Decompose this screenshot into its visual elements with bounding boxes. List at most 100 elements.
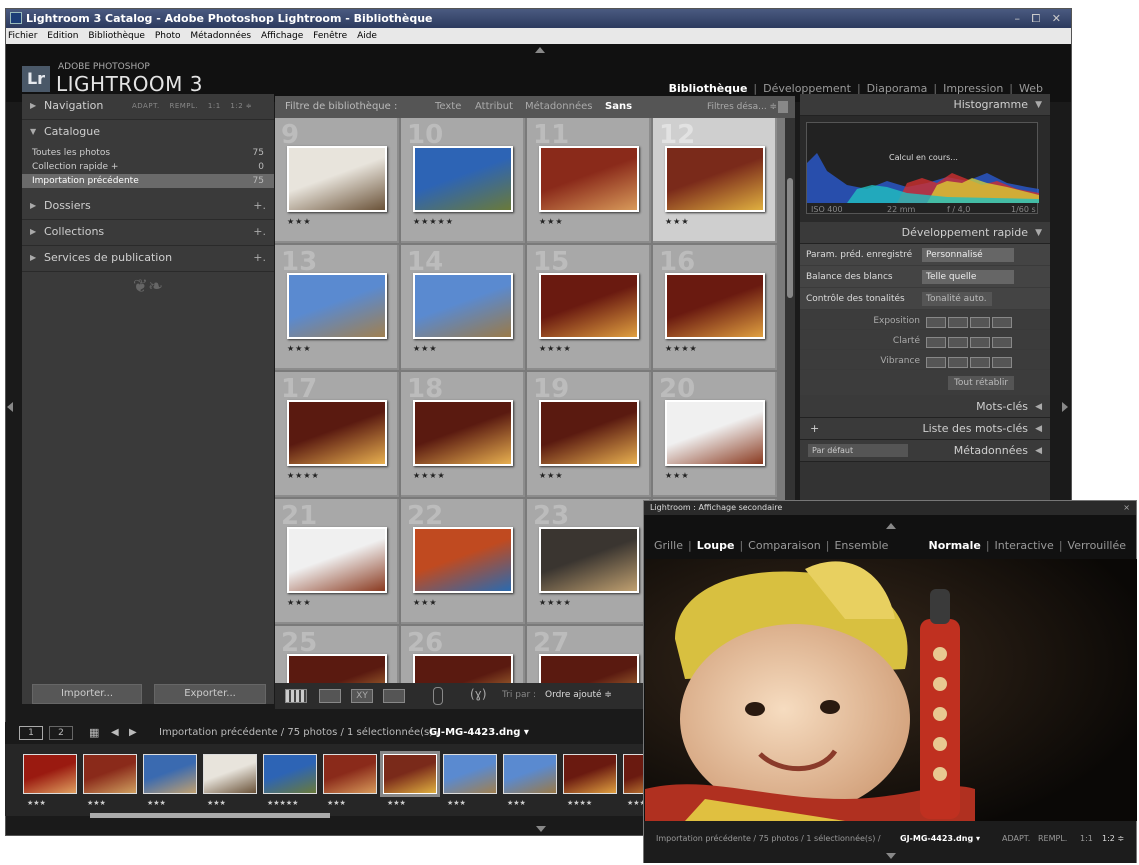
metadata-preset-select[interactable]: Par défaut bbox=[808, 444, 908, 457]
collapse-bottom-icon[interactable] bbox=[886, 853, 896, 859]
photo-thumbnail[interactable] bbox=[539, 527, 639, 593]
collapse-left-panel-icon[interactable] bbox=[7, 402, 13, 412]
grid-cell[interactable]: 9 ★★★ bbox=[275, 118, 399, 243]
grid-cell[interactable]: 13 ★★★ bbox=[275, 245, 399, 370]
grid-cell[interactable]: 22 ★★★ bbox=[401, 499, 525, 624]
zoom-adapt[interactable]: ADAPT. bbox=[132, 102, 160, 110]
filter-lock-icon[interactable] bbox=[778, 101, 788, 113]
grid-cell[interactable]: 10 ★★★★★ bbox=[401, 118, 525, 243]
grid-cell[interactable]: 14 ★★★ bbox=[401, 245, 525, 370]
star-rating[interactable]: ★★★ bbox=[539, 471, 564, 480]
filmstrip-thumbnail[interactable] bbox=[263, 754, 317, 794]
zoom-1-1[interactable]: 1:1 bbox=[208, 102, 221, 110]
filmstrip-thumbnail[interactable] bbox=[563, 754, 617, 794]
collapse-top-icon[interactable] bbox=[886, 523, 896, 529]
photo-thumbnail[interactable] bbox=[539, 146, 639, 212]
filmstrip-thumbnail[interactable] bbox=[143, 754, 197, 794]
add-collection-icon[interactable]: +. bbox=[253, 220, 266, 244]
survey-view-icon[interactable] bbox=[383, 689, 405, 703]
compare-view-icon[interactable]: XY bbox=[351, 689, 373, 703]
star-rating[interactable]: ★★★ bbox=[665, 217, 690, 226]
photo-thumbnail[interactable] bbox=[665, 146, 765, 212]
menu-fichier[interactable]: Fichier bbox=[8, 31, 37, 41]
filmstrip-thumbnail[interactable] bbox=[23, 754, 77, 794]
export-button[interactable]: Exporter... bbox=[154, 684, 266, 704]
filter-none[interactable]: Sans bbox=[605, 96, 632, 118]
filmstrip-thumbnail[interactable] bbox=[203, 754, 257, 794]
menu-fenetre[interactable]: Fenêtre bbox=[313, 31, 347, 41]
loupe-photo[interactable] bbox=[645, 559, 1137, 821]
white-balance-select[interactable]: Telle quelle bbox=[922, 270, 1014, 284]
photo-thumbnail[interactable] bbox=[539, 273, 639, 339]
secondary-zoom-rempl[interactable]: REMPL. bbox=[1038, 834, 1067, 843]
grid-cell[interactable]: 15 ★★★★ bbox=[527, 245, 651, 370]
import-button[interactable]: Importer... bbox=[32, 684, 142, 704]
secondary-zoom-adapt[interactable]: ADAPT. bbox=[1002, 834, 1030, 843]
photo-thumbnail[interactable] bbox=[287, 654, 387, 683]
filmstrip-filename[interactable]: GJ-MG-4423.dng ▾ bbox=[429, 722, 529, 744]
menu-edition[interactable]: Edition bbox=[47, 31, 78, 41]
menu-metadonnees[interactable]: Métadonnées bbox=[190, 31, 251, 41]
grid-cell[interactable]: 21 ★★★ bbox=[275, 499, 399, 624]
catalogue-item-all-photos[interactable]: Toutes les photos 75 bbox=[22, 146, 274, 160]
auto-tone-button[interactable]: Tonalité auto. bbox=[922, 292, 992, 306]
grid-cell[interactable]: 11 ★★★ bbox=[527, 118, 651, 243]
histogram-header[interactable]: Histogramme ▼ bbox=[800, 94, 1050, 116]
view-grille[interactable]: Grille bbox=[654, 539, 683, 552]
mode-interactive[interactable]: Interactive bbox=[995, 539, 1054, 552]
mode-verrouillee[interactable]: Verrouillée bbox=[1068, 539, 1126, 552]
collapse-right-panel-icon[interactable] bbox=[1062, 402, 1068, 412]
grid-cell[interactable]: 23 ★★★★ bbox=[527, 499, 651, 624]
menu-aide[interactable]: Aide bbox=[357, 31, 377, 41]
filter-text[interactable]: Texte bbox=[435, 96, 461, 118]
secondary-zoom-1-2[interactable]: 1:2 ≑ bbox=[1102, 834, 1124, 843]
view-ensemble[interactable]: Ensemble bbox=[834, 539, 888, 552]
filmstrip-scrollbar[interactable] bbox=[90, 813, 330, 818]
painter-icon[interactable] bbox=[433, 687, 443, 705]
photo-thumbnail[interactable] bbox=[287, 400, 387, 466]
star-rating[interactable]: ★★★★★ bbox=[413, 217, 454, 226]
star-rating[interactable]: ★★★★ bbox=[539, 344, 572, 353]
navigation-header[interactable]: ▶ Navigation ADAPT. REMPL. 1:1 1:2 ≑ bbox=[22, 94, 274, 120]
catalogue-header[interactable]: ▼ Catalogue bbox=[22, 120, 274, 146]
secondary-filename[interactable]: GJ-MG-4423.dng ▾ bbox=[900, 834, 980, 843]
photo-thumbnail[interactable] bbox=[287, 527, 387, 593]
star-rating[interactable]: ★★★ bbox=[287, 217, 312, 226]
star-rating[interactable]: ★★★ bbox=[539, 217, 564, 226]
photo-thumbnail[interactable] bbox=[539, 400, 639, 466]
photo-thumbnail[interactable] bbox=[413, 146, 513, 212]
filter-attribute[interactable]: Attribut bbox=[475, 96, 513, 118]
grid-cell[interactable]: 26 bbox=[401, 626, 525, 683]
window-controls[interactable]: – ⧠ ✕ bbox=[1014, 9, 1065, 28]
photo-thumbnail[interactable] bbox=[413, 273, 513, 339]
photo-thumbnail[interactable] bbox=[287, 146, 387, 212]
star-rating[interactable]: ★★★ bbox=[287, 344, 312, 353]
zoom-rempl[interactable]: REMPL. bbox=[169, 102, 198, 110]
star-rating[interactable]: ★★★ bbox=[413, 344, 438, 353]
photo-thumbnail[interactable] bbox=[413, 400, 513, 466]
add-folder-icon[interactable]: +. bbox=[253, 194, 266, 218]
photo-thumbnail[interactable] bbox=[665, 273, 765, 339]
secondary-screen-button[interactable]: 2 bbox=[49, 726, 73, 740]
mode-normale[interactable]: Normale bbox=[929, 539, 981, 552]
catalogue-item-quick-collection[interactable]: Collection rapide + 0 bbox=[22, 160, 274, 174]
view-loupe[interactable]: Loupe bbox=[697, 539, 735, 552]
keywording-header[interactable]: Mots-clés ◀ bbox=[800, 396, 1050, 418]
menu-photo[interactable]: Photo bbox=[155, 31, 181, 41]
folders-header[interactable]: ▶ Dossiers +. bbox=[22, 194, 274, 220]
star-rating[interactable]: ★★★★ bbox=[539, 598, 572, 607]
filmstrip-thumbnail[interactable] bbox=[383, 754, 437, 794]
back-arrow-icon[interactable]: ◀ bbox=[111, 722, 119, 744]
photo-thumbnail[interactable] bbox=[413, 654, 513, 683]
filmstrip-thumbnail[interactable] bbox=[503, 754, 557, 794]
collapse-filmstrip-icon[interactable] bbox=[536, 826, 546, 832]
photo-thumbnail[interactable] bbox=[539, 654, 639, 683]
photo-thumbnail[interactable] bbox=[665, 400, 765, 466]
star-rating[interactable]: ★★★★ bbox=[665, 344, 698, 353]
main-screen-button[interactable]: 1 bbox=[19, 726, 43, 740]
secondary-zoom-1-1[interactable]: 1:1 bbox=[1080, 834, 1093, 843]
grid-cell[interactable]: 18 ★★★★ bbox=[401, 372, 525, 497]
grid-cell[interactable]: 20 ★★★ bbox=[653, 372, 777, 497]
reset-all-button[interactable]: Tout rétablir bbox=[948, 376, 1014, 390]
filmstrip-thumbnail[interactable] bbox=[443, 754, 497, 794]
